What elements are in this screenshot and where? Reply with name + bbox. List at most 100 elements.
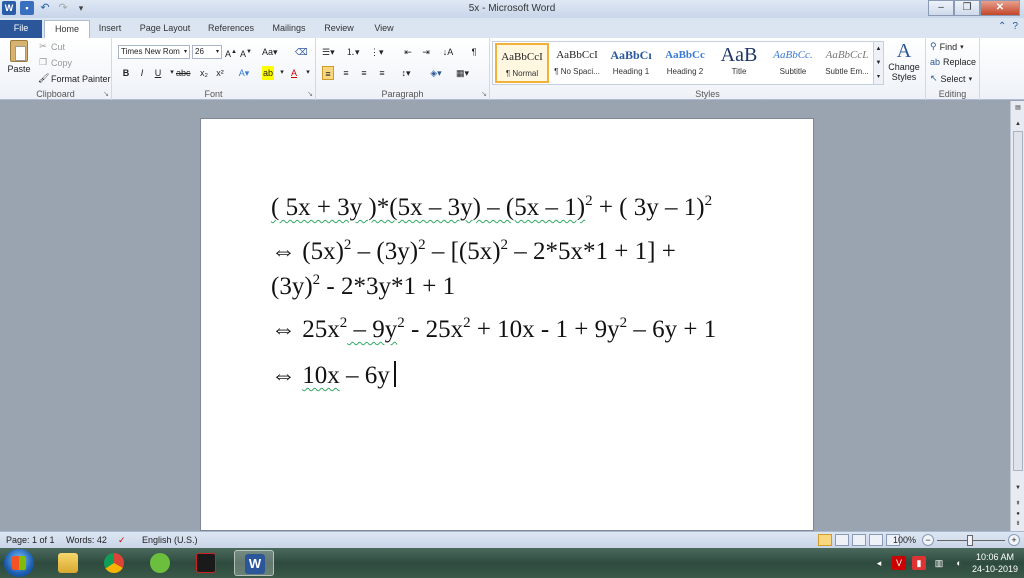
taskbar-chrome[interactable] <box>94 550 134 576</box>
tab-review[interactable]: Review <box>320 20 358 38</box>
clipboard-launcher-icon[interactable]: ↘ <box>103 90 109 98</box>
sort-icon[interactable]: ↓A <box>442 45 454 59</box>
web-layout-icon[interactable] <box>852 534 866 546</box>
tab-file[interactable]: File <box>0 20 42 38</box>
bold-icon[interactable]: B <box>120 66 132 80</box>
font-launcher-icon[interactable]: ↘ <box>307 90 313 98</box>
word-count[interactable]: Words: 42 <box>66 535 107 545</box>
tab-view[interactable]: View <box>368 20 400 38</box>
taskbar-app-green[interactable] <box>140 550 180 576</box>
change-styles-button[interactable]: A Change Styles <box>886 40 922 82</box>
ruler-toggle-icon[interactable]: ▤ <box>1012 103 1024 113</box>
subscript-icon[interactable]: x₂ <box>198 66 210 80</box>
vertical-scrollbar[interactable]: ▤ ▲ ▼ ⇞ ● ⇟ <box>1010 101 1024 531</box>
line2-t4: – 2*5x*1 + 1] + <box>508 238 676 265</box>
clipboard-group-label: Clipboard <box>36 89 75 99</box>
align-right-icon[interactable]: ≡ <box>358 66 370 80</box>
show-hide-icon[interactable]: ¶ <box>468 45 480 59</box>
browse-object-icon[interactable]: ● <box>1012 509 1024 519</box>
network-icon[interactable]: ▥ <box>932 556 946 570</box>
system-tray: ◂ V ▮ ▥ ◐ 10:06 AM 24-10-2019 <box>872 550 1018 576</box>
style-title[interactable]: AaB Title <box>712 43 766 83</box>
tray-expand-icon[interactable]: ◂ <box>872 556 886 570</box>
scroll-thumb[interactable] <box>1013 131 1023 471</box>
strikethrough-icon[interactable]: abc <box>176 66 191 80</box>
font-color-icon[interactable]: A <box>288 66 300 80</box>
minimize-button[interactable]: – <box>928 0 954 16</box>
antivirus-icon[interactable]: V <box>891 556 906 570</box>
font-size-select[interactable]: 26 ▾ <box>192 45 222 59</box>
start-button[interactable] <box>4 549 34 577</box>
format-painter-button[interactable]: 🖌 Format Painter <box>38 73 111 84</box>
style-normal[interactable]: AaBbCcI ¶ Normal <box>495 43 549 83</box>
equation-line-3: (3y)2 - 2*3y*1 + 1 <box>271 272 455 301</box>
underline-icon[interactable]: U <box>152 66 164 80</box>
style-heading-2[interactable]: AaBbCc Heading 2 <box>658 43 712 83</box>
text-effects-icon[interactable]: A▾ <box>238 66 250 80</box>
page-count[interactable]: Page: 1 of 1 <box>6 535 55 545</box>
language-status[interactable]: English (U.S.) <box>142 535 198 545</box>
restore-button[interactable]: ❐ <box>954 0 980 16</box>
previous-page-icon[interactable]: ⇞ <box>1012 499 1024 509</box>
change-case-icon[interactable]: Aa▾ <box>262 45 278 59</box>
cut-button[interactable]: ✂ Cut <box>38 41 65 52</box>
style-no-spacing[interactable]: AaBbCcI ¶ No Spaci... <box>550 43 604 83</box>
align-center-icon[interactable]: ≡ <box>340 66 352 80</box>
scroll-up-icon[interactable]: ▲ <box>1012 119 1024 129</box>
font-color-dropdown-icon[interactable]: ▾ <box>302 66 314 80</box>
style-heading-1[interactable]: AaBbCı Heading 1 <box>604 43 658 83</box>
highlight-icon[interactable]: ab <box>262 66 274 80</box>
paste-button[interactable]: Paste <box>6 40 32 80</box>
multilevel-list-icon[interactable]: ⋮▾ <box>370 45 384 59</box>
close-button[interactable]: ✕ <box>980 0 1020 16</box>
next-page-icon[interactable]: ⇟ <box>1012 519 1024 529</box>
copy-button[interactable]: ❐ Copy <box>38 57 72 68</box>
replace-button[interactable]: ab Replace <box>930 57 976 67</box>
line-spacing-icon[interactable]: ↕▾ <box>400 66 412 80</box>
tab-home[interactable]: Home <box>44 20 90 38</box>
tab-mailings[interactable]: Mailings <box>267 20 311 38</box>
zoom-in-icon[interactable]: + <box>1008 534 1020 546</box>
find-button[interactable]: ⚲ Find ▾ <box>930 41 964 52</box>
styles-scroll[interactable]: ▲ ▼ ▾ <box>873 42 883 84</box>
taskbar-app-red[interactable] <box>186 550 226 576</box>
tab-references[interactable]: References <box>204 20 258 38</box>
print-layout-icon[interactable] <box>818 534 832 546</box>
clear-formatting-icon[interactable]: ⌫ <box>295 45 308 59</box>
app-tray-icon[interactable]: ▮ <box>911 556 926 570</box>
zoom-slider-thumb[interactable] <box>967 535 973 546</box>
full-screen-reading-icon[interactable] <box>835 534 849 546</box>
style-subtitle[interactable]: AaBbCc. Subtitle <box>766 43 820 83</box>
justify-icon[interactable]: ≡ <box>376 66 388 80</box>
tab-page-layout[interactable]: Page Layout <box>136 20 194 38</box>
document-page[interactable]: ( 5x + 3y )*(5x – 3y) – (5x – 1)2 + ( 3y… <box>200 118 814 531</box>
bullets-icon[interactable]: ☰▾ <box>322 45 335 59</box>
shrink-font-icon[interactable]: A▼ <box>240 45 252 59</box>
increase-indent-icon[interactable]: ⇥ <box>420 45 432 59</box>
tab-insert[interactable]: Insert <box>92 20 128 38</box>
shading-icon[interactable]: ◈▾ <box>430 66 442 80</box>
scroll-down-icon[interactable]: ▼ <box>1012 483 1024 493</box>
highlight-dropdown-icon[interactable]: ▾ <box>276 66 288 80</box>
outline-icon[interactable] <box>869 534 883 546</box>
zoom-level[interactable]: 100% <box>893 535 916 545</box>
superscript-icon[interactable]: x² <box>214 66 226 80</box>
system-clock[interactable]: 10:06 AM 24-10-2019 <box>972 551 1018 575</box>
select-button[interactable]: ↖ Select ▾ <box>930 73 972 84</box>
paragraph-launcher-icon[interactable]: ↘ <box>481 90 487 98</box>
grow-font-icon[interactable]: A▲ <box>225 45 237 59</box>
proofing-icon[interactable]: ✓ <box>118 535 126 546</box>
zoom-out-icon[interactable]: − <box>922 534 934 546</box>
borders-icon[interactable]: ▦▾ <box>456 66 469 80</box>
help-icon[interactable]: ? <box>1012 21 1018 32</box>
style-subtle-emphasis[interactable]: AaBbCcL Subtle Em... <box>820 43 874 83</box>
font-name-select[interactable]: Times New Rom ▾ <box>118 45 190 59</box>
taskbar-word[interactable]: W <box>234 550 274 576</box>
numbering-icon[interactable]: ⒈▾ <box>346 45 360 59</box>
minimize-ribbon-icon[interactable]: ⌃ <box>998 21 1006 32</box>
decrease-indent-icon[interactable]: ⇤ <box>402 45 414 59</box>
align-left-icon[interactable]: ≡ <box>322 66 334 80</box>
italic-icon[interactable]: I <box>136 66 148 80</box>
taskbar-file-explorer[interactable] <box>48 550 88 576</box>
volume-icon[interactable]: ◐ <box>952 556 966 570</box>
